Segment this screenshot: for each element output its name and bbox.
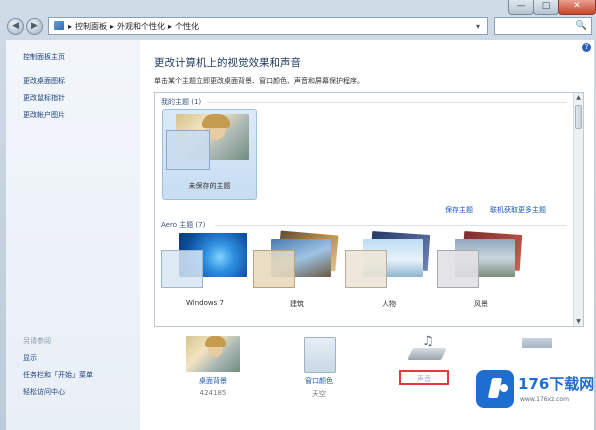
sidebar-link-account-picture[interactable]: 更改帐户图片: [23, 110, 65, 120]
theme-list: 我的主题 (1) 未保存的主题 保存主题 联机获取更多主题 Aero 主题 (7…: [154, 92, 584, 327]
desktop-background-value: 424185: [199, 389, 227, 397]
theme-architecture[interactable]: 建筑: [253, 230, 341, 319]
sidebar-link-mouse-pointers[interactable]: 更改鼠标指针: [23, 93, 65, 103]
sound-icon: ♫: [406, 334, 450, 364]
desktop-background-setting[interactable]: 桌面背景 424185: [180, 328, 250, 398]
breadcrumb-personalization[interactable]: 个性化: [175, 22, 199, 31]
theme-name: Windows 7: [186, 299, 224, 307]
window-color-label[interactable]: 窗口颜色: [288, 376, 350, 386]
see-also-heading: 另请参阅: [23, 337, 51, 345]
desktop-background-label[interactable]: 桌面背景: [180, 376, 246, 386]
help-icon[interactable]: ?: [582, 43, 591, 52]
address-dropdown-icon[interactable]: ▾: [476, 18, 480, 36]
window-color-value: 天空: [312, 390, 326, 398]
title-bar: — □ ✕ ◀ ▶ ▸ 控制面板 ▸ 外观和个性化 ▸ 个性化 ▾ 🔍: [0, 0, 596, 40]
theme-name: 建筑: [290, 300, 304, 308]
close-button[interactable]: ✕: [558, 0, 596, 15]
see-also-taskbar[interactable]: 任务栏和「开始」菜单: [23, 370, 93, 380]
desktop-background-thumbnail: [186, 336, 240, 372]
breadcrumb-separator: ▸: [168, 22, 173, 31]
address-bar[interactable]: ▸ 控制面板 ▸ 外观和个性化 ▸ 个性化 ▾: [48, 17, 488, 35]
breadcrumb-control-panel[interactable]: 控制面板: [75, 22, 107, 31]
theme-name: 风景: [474, 300, 488, 308]
unsaved-theme-label: 未保存的主题: [188, 182, 231, 190]
personalization-window: — □ ✕ ◀ ▶ ▸ 控制面板 ▸ 外观和个性化 ▸ 个性化 ▾ 🔍 控制面板主页 更改…: [0, 0, 596, 430]
music-note-icon: ♫: [422, 334, 434, 349]
window-color-swatch: [437, 250, 479, 288]
site-watermark: 176下载网 www.176xz.com: [472, 366, 594, 418]
scroll-up-arrow-icon[interactable]: ▲: [574, 93, 583, 102]
sound-label[interactable]: 声音: [399, 374, 449, 384]
scrollbar-thumb[interactable]: [575, 105, 582, 129]
theme-list-scrollbar[interactable]: ▲ ▼: [573, 93, 583, 326]
search-box[interactable]: 🔍: [494, 17, 592, 35]
get-more-themes-link[interactable]: 联机获取更多主题: [490, 205, 546, 215]
theme-windows7[interactable]: Windows 7: [161, 233, 249, 319]
portrait-hair: [205, 336, 226, 347]
speaker-base-icon: [407, 348, 447, 360]
divider: [215, 225, 567, 226]
sidebar-link-desktop-icons[interactable]: 更改桌面图标: [23, 76, 65, 86]
screensaver-icon: [522, 338, 552, 348]
breadcrumb-separator: ▸: [110, 22, 115, 31]
search-icon[interactable]: 🔍: [576, 21, 587, 31]
window-color-swatch: [345, 250, 387, 288]
watermark-url: www.176xz.com: [520, 396, 569, 403]
see-also-ease-of-access[interactable]: 轻松访问中心: [23, 387, 65, 397]
watermark-logo-dot: [500, 384, 508, 392]
my-themes-heading: 我的主题 (1): [161, 98, 202, 106]
theme-name: 人物: [382, 300, 396, 308]
theme-landscapes[interactable]: 风景: [437, 231, 525, 319]
watermark-logo: [476, 370, 514, 408]
see-also-display[interactable]: 显示: [23, 353, 37, 363]
sidebar: 控制面板主页 更改桌面图标 更改鼠标指针 更改帐户图片 另请参阅 显示 任务栏和…: [6, 40, 140, 430]
window-color-swatch: [166, 130, 210, 170]
unsaved-theme-tile[interactable]: 未保存的主题: [162, 109, 257, 200]
page-subtitle: 单击某个主题立即更改桌面背景、窗口颜色、声音和屏幕保护程序。: [154, 77, 364, 85]
watermark-brand: 176下载网: [518, 375, 595, 393]
divider: [207, 102, 567, 103]
maximize-button[interactable]: □: [533, 0, 559, 15]
sound-setting[interactable]: ♫ 声音: [396, 328, 466, 398]
window-color-setting[interactable]: 窗口颜色 天空: [288, 328, 358, 398]
back-button[interactable]: ◀: [7, 18, 24, 35]
minimize-button[interactable]: —: [508, 0, 534, 15]
window-color-swatch: [161, 250, 203, 288]
forward-button[interactable]: ▶: [26, 18, 43, 35]
portrait-hair: [202, 114, 230, 128]
save-theme-link[interactable]: 保存主题: [445, 205, 473, 215]
page-title: 更改计算机上的视觉效果和声音: [154, 57, 301, 69]
breadcrumb-appearance[interactable]: 外观和个性化: [117, 22, 165, 31]
window-color-icon: [304, 337, 336, 373]
control-panel-icon: [54, 21, 64, 30]
breadcrumb-separator: ▸: [68, 22, 73, 31]
scroll-down-arrow-icon[interactable]: ▼: [574, 317, 583, 326]
aero-themes-heading: Aero 主题 (7): [161, 221, 206, 229]
window-color-swatch: [253, 250, 295, 288]
theme-characters[interactable]: 人物: [345, 231, 433, 319]
sidebar-link-control-panel-home[interactable]: 控制面板主页: [23, 52, 65, 62]
